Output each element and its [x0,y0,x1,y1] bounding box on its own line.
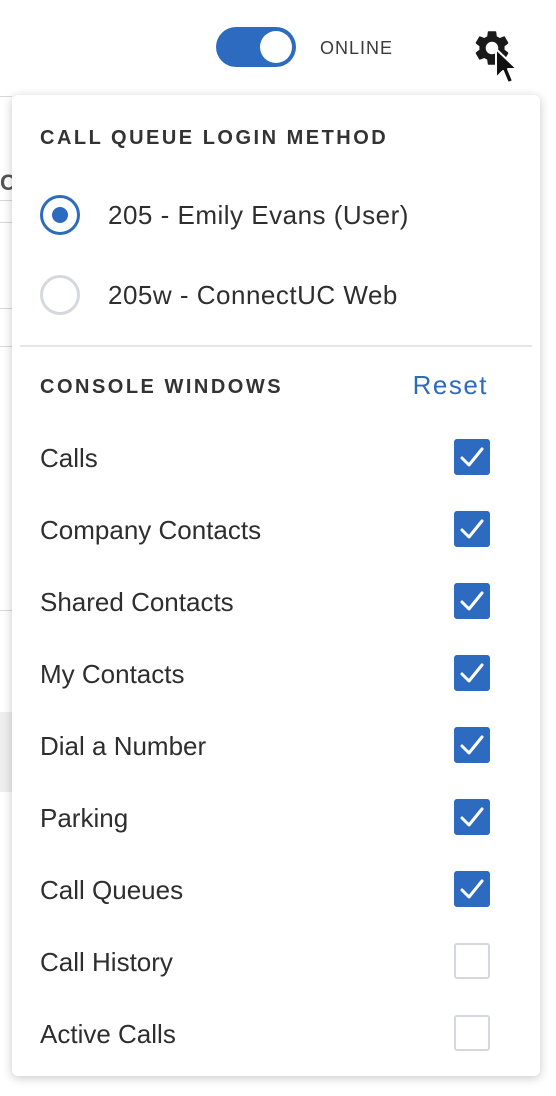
checkmark-icon [460,879,484,899]
checkmark-icon [460,591,484,611]
console-window-item[interactable]: Call History [40,937,490,987]
console-window-item[interactable]: My Contacts [40,649,490,699]
background-divider [0,200,12,201]
checkmark-icon [460,519,484,539]
checkmark-icon [460,663,484,683]
checkbox[interactable] [454,1015,490,1051]
console-window-label: Calls [40,443,98,473]
console-window-label: Parking [40,803,129,833]
console-window-label: Call Queues [40,875,184,905]
checkbox[interactable] [454,799,490,835]
console-window-item[interactable]: Dial a Number [40,721,490,771]
checkbox[interactable] [454,871,490,907]
checkbox[interactable] [454,583,490,619]
checkmark-icon [460,807,484,827]
console-window-label: Shared Contacts [40,587,234,617]
checkbox[interactable] [454,439,490,475]
section-divider [20,345,532,347]
console-window-label: Call History [40,947,173,977]
radio-button[interactable] [40,275,80,315]
reset-link[interactable]: Reset [413,370,488,401]
console-window-label: Dial a Number [40,731,207,761]
login-option-web[interactable]: 205w - ConnectUC Web [40,273,510,317]
login-method-heading: CALL QUEUE LOGIN METHOD [40,127,389,149]
background-divider [0,96,12,97]
console-window-item[interactable]: Call Queues [40,865,490,915]
background-divider [0,610,12,611]
checkbox[interactable] [454,511,490,547]
console-window-label: Active Calls [40,1019,176,1049]
console-window-item[interactable]: Shared Contacts [40,577,490,627]
toggle-knob [260,31,292,63]
online-status-label: ONLINE [320,38,394,58]
checkmark-icon [460,735,484,755]
mouse-cursor-icon [494,48,520,88]
login-option-label: 205 - Emily Evans (User) [108,200,409,230]
console-window-label: Company Contacts [40,515,262,545]
background-divider [0,346,12,347]
checkmark-icon [460,447,484,467]
checkbox[interactable] [454,943,490,979]
console-windows-heading: CONSOLE WINDOWS [40,376,284,398]
background-row [0,712,12,792]
radio-button[interactable] [40,195,80,235]
console-window-label: My Contacts [40,659,185,689]
checkbox[interactable] [454,727,490,763]
checkbox[interactable] [454,655,490,691]
online-status-toggle[interactable] [216,27,296,67]
login-option-label: 205w - ConnectUC Web [108,280,398,310]
background-divider [0,308,12,309]
console-window-item[interactable]: Calls [40,433,490,483]
console-window-item[interactable]: Active Calls [40,1009,490,1059]
settings-dropdown: CALL QUEUE LOGIN METHOD 205 - Emily Evan… [12,95,540,1076]
background-divider [0,222,12,223]
login-option-user[interactable]: 205 - Emily Evans (User) [40,193,510,237]
console-window-item[interactable]: Parking [40,793,490,843]
console-window-item[interactable]: Company Contacts [40,505,490,555]
